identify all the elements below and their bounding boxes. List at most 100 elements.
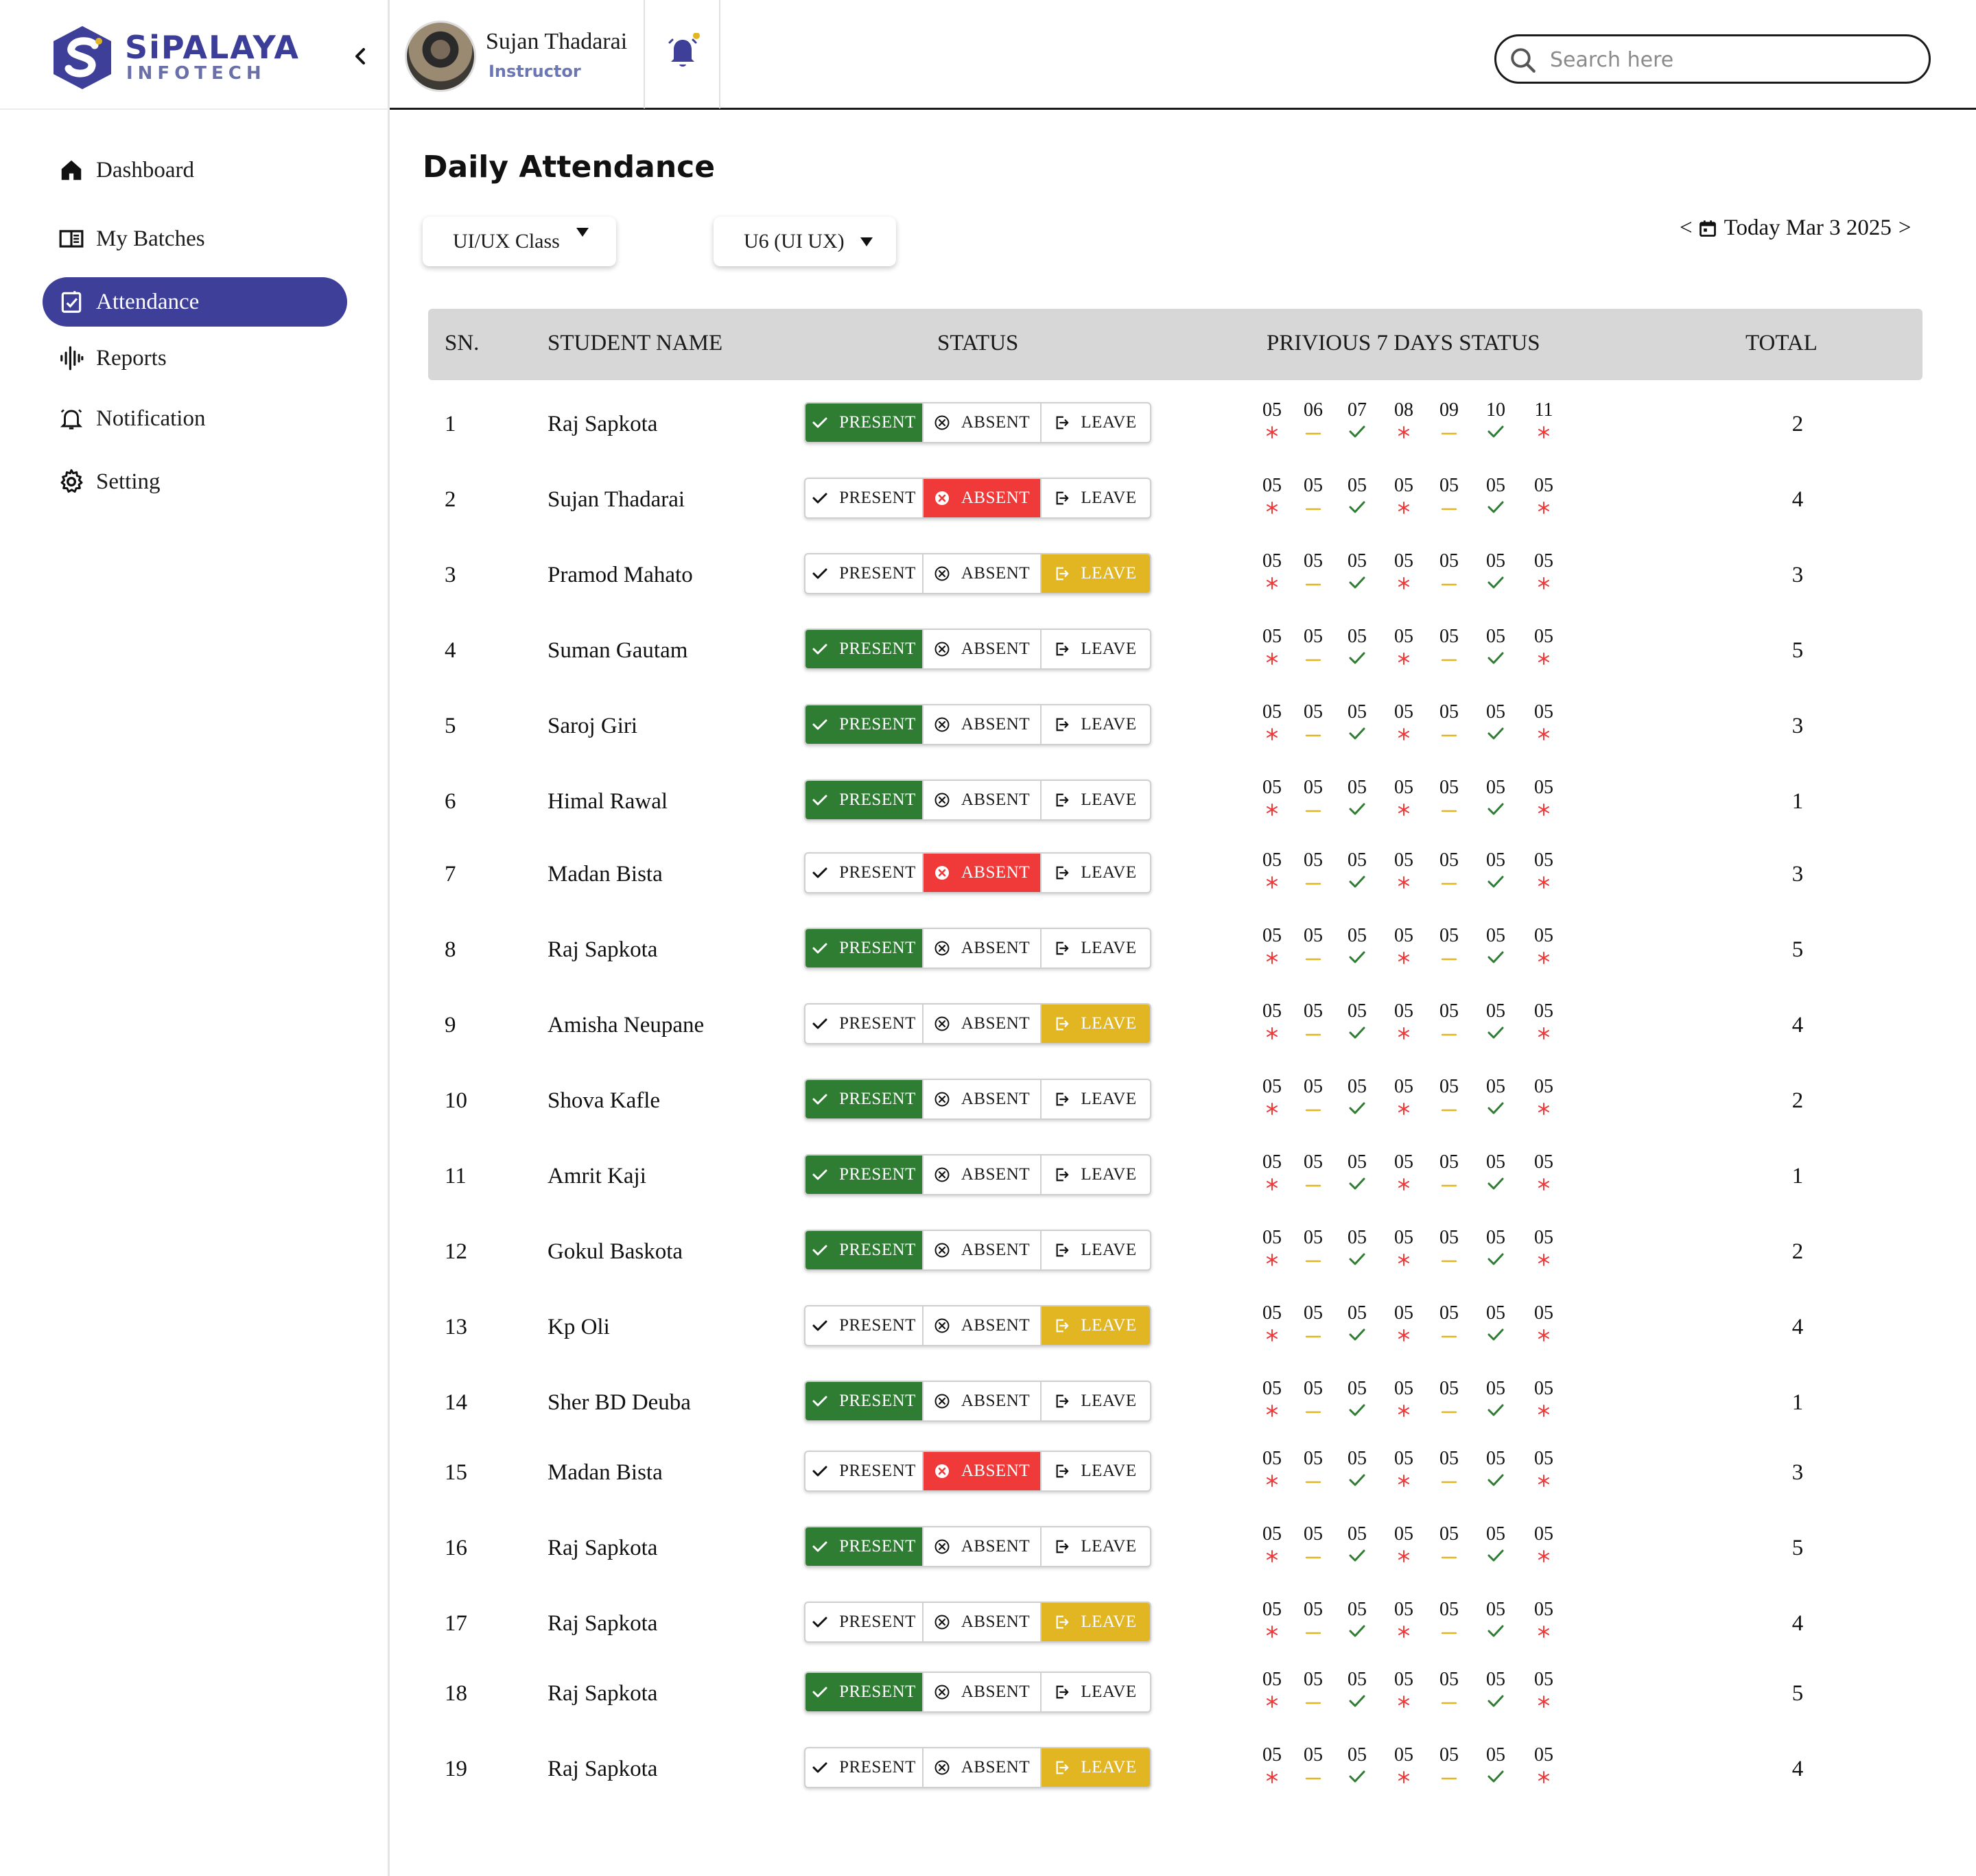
class-dropdown[interactable]: UI/UX Class: [423, 217, 616, 266]
leave-button[interactable]: LEAVE: [1042, 1306, 1150, 1345]
absent-button[interactable]: ABSENT: [924, 1527, 1042, 1566]
absent-label: ABSENT: [961, 790, 1031, 809]
leave-button[interactable]: LEAVE: [1042, 554, 1150, 593]
present-button[interactable]: PRESENT: [805, 1452, 924, 1490]
previous-day-mark: [1298, 650, 1328, 671]
present-button[interactable]: PRESENT: [805, 479, 924, 517]
present-button[interactable]: PRESENT: [805, 630, 924, 668]
sidebar-item-notification[interactable]: Notification: [43, 394, 347, 443]
leave-button[interactable]: LEAVE: [1042, 854, 1150, 892]
previous-day-date: 05: [1534, 1000, 1553, 1022]
check-icon: [812, 1092, 834, 1106]
present-button[interactable]: PRESENT: [805, 1231, 924, 1269]
sidebar-item-setting[interactable]: Setting: [43, 457, 347, 506]
previous-day-status: 05: [1529, 1378, 1559, 1423]
absent-button[interactable]: ABSENT: [924, 1306, 1042, 1345]
next-date-button[interactable]: >: [1898, 215, 1912, 241]
leave-mark-icon: [1441, 659, 1457, 661]
absent-mark-icon: [1267, 577, 1278, 589]
leave-button[interactable]: LEAVE: [1042, 1527, 1150, 1566]
present-mark-icon: [1487, 803, 1504, 815]
absent-button[interactable]: ABSENT: [924, 1231, 1042, 1269]
leave-button[interactable]: LEAVE: [1042, 1080, 1150, 1118]
absent-button[interactable]: ABSENT: [924, 1156, 1042, 1194]
present-button[interactable]: PRESENT: [805, 1603, 924, 1641]
previous-7-days: 05 05 05 05 05 05 05: [1257, 475, 1573, 527]
collapse-sidebar-icon[interactable]: [350, 43, 370, 70]
present-label: PRESENT: [839, 564, 916, 583]
absent-button[interactable]: ABSENT: [924, 403, 1042, 442]
absent-button[interactable]: ABSENT: [924, 1603, 1042, 1641]
previous-day-date: 05: [1486, 626, 1505, 647]
previous-day-date: 10: [1486, 399, 1505, 421]
absent-mark-icon: [1398, 1475, 1409, 1487]
leave-button[interactable]: LEAVE: [1042, 403, 1150, 442]
absent-button[interactable]: ABSENT: [924, 479, 1042, 517]
attendance-status-toggle: PRESENT ABSENT LEAVE: [804, 1230, 1151, 1271]
leave-button[interactable]: LEAVE: [1042, 1748, 1150, 1787]
absent-button[interactable]: ABSENT: [924, 1005, 1042, 1043]
present-button[interactable]: PRESENT: [805, 1005, 924, 1043]
absent-button[interactable]: ABSENT: [924, 929, 1042, 968]
leave-label: LEAVE: [1081, 489, 1137, 507]
leave-button[interactable]: LEAVE: [1042, 630, 1150, 668]
absent-label: ABSENT: [961, 564, 1031, 583]
leave-button[interactable]: LEAVE: [1042, 1603, 1150, 1641]
present-button[interactable]: PRESENT: [805, 554, 924, 593]
absent-button[interactable]: ABSENT: [924, 781, 1042, 819]
page-title: Daily Attendance: [423, 150, 716, 185]
absent-button[interactable]: ABSENT: [924, 1673, 1042, 1711]
present-button[interactable]: PRESENT: [805, 1156, 924, 1194]
absent-button[interactable]: ABSENT: [924, 854, 1042, 892]
leave-button[interactable]: LEAVE: [1042, 1452, 1150, 1490]
leave-button[interactable]: LEAVE: [1042, 929, 1150, 968]
leave-button[interactable]: LEAVE: [1042, 781, 1150, 819]
previous-day-date: 05: [1486, 1599, 1505, 1620]
leave-mark-icon: [1305, 659, 1321, 661]
present-button[interactable]: PRESENT: [805, 1748, 924, 1787]
present-button[interactable]: PRESENT: [805, 781, 924, 819]
leave-button[interactable]: LEAVE: [1042, 1673, 1150, 1711]
present-button[interactable]: PRESENT: [805, 403, 924, 442]
absent-button[interactable]: ABSENT: [924, 705, 1042, 744]
sidebar-divider: [0, 108, 390, 110]
leave-button[interactable]: LEAVE: [1042, 1382, 1150, 1420]
present-button[interactable]: PRESENT: [805, 1673, 924, 1711]
previous-day-date: 05: [1394, 925, 1413, 946]
user-profile[interactable]: Sujan Thadarai Instructor: [390, 0, 645, 108]
search-input[interactable]: [1550, 43, 1920, 76]
absent-button[interactable]: ABSENT: [924, 630, 1042, 668]
present-button[interactable]: PRESENT: [805, 1527, 924, 1566]
previous-date-button[interactable]: <: [1680, 215, 1693, 241]
present-button[interactable]: PRESENT: [805, 929, 924, 968]
present-button[interactable]: PRESENT: [805, 705, 924, 744]
sidebar-item-attendance[interactable]: Attendance: [43, 277, 347, 327]
present-button[interactable]: PRESENT: [805, 854, 924, 892]
brand-logo[interactable]: SiPALAYA INFOTECH: [51, 25, 298, 93]
present-button[interactable]: PRESENT: [805, 1382, 924, 1420]
present-button[interactable]: PRESENT: [805, 1306, 924, 1345]
sidebar-item-my-batches[interactable]: My Batches: [43, 214, 347, 263]
check-icon: [812, 1243, 834, 1257]
sidebar-item-dashboard[interactable]: Dashboard: [43, 145, 347, 195]
leave-button[interactable]: LEAVE: [1042, 479, 1150, 517]
batch-dropdown[interactable]: U6 (UI UX): [714, 217, 896, 266]
search-bar[interactable]: [1494, 34, 1931, 84]
leave-button[interactable]: LEAVE: [1042, 1231, 1150, 1269]
notification-bell-icon[interactable]: [666, 33, 700, 71]
absent-button[interactable]: ABSENT: [924, 554, 1042, 593]
table-row: 11 Amrit Kaji PRESENT ABSENT LEAVE 05 05…: [428, 1151, 1922, 1209]
absent-button[interactable]: ABSENT: [924, 1452, 1042, 1490]
present-label: PRESENT: [839, 1014, 916, 1033]
column-header-student-name: STUDENT NAME: [548, 331, 723, 355]
absent-button[interactable]: ABSENT: [924, 1080, 1042, 1118]
present-button[interactable]: PRESENT: [805, 1080, 924, 1118]
sidebar-item-reports[interactable]: Reports: [43, 333, 347, 383]
previous-day-date: 05: [1394, 1523, 1413, 1545]
leave-button[interactable]: LEAVE: [1042, 1005, 1150, 1043]
leave-button[interactable]: LEAVE: [1042, 705, 1150, 744]
leave-button[interactable]: LEAVE: [1042, 1156, 1150, 1194]
absent-button[interactable]: ABSENT: [924, 1382, 1042, 1420]
absent-button[interactable]: ABSENT: [924, 1748, 1042, 1787]
attendance-status-toggle: PRESENT ABSENT LEAVE: [804, 1747, 1151, 1788]
